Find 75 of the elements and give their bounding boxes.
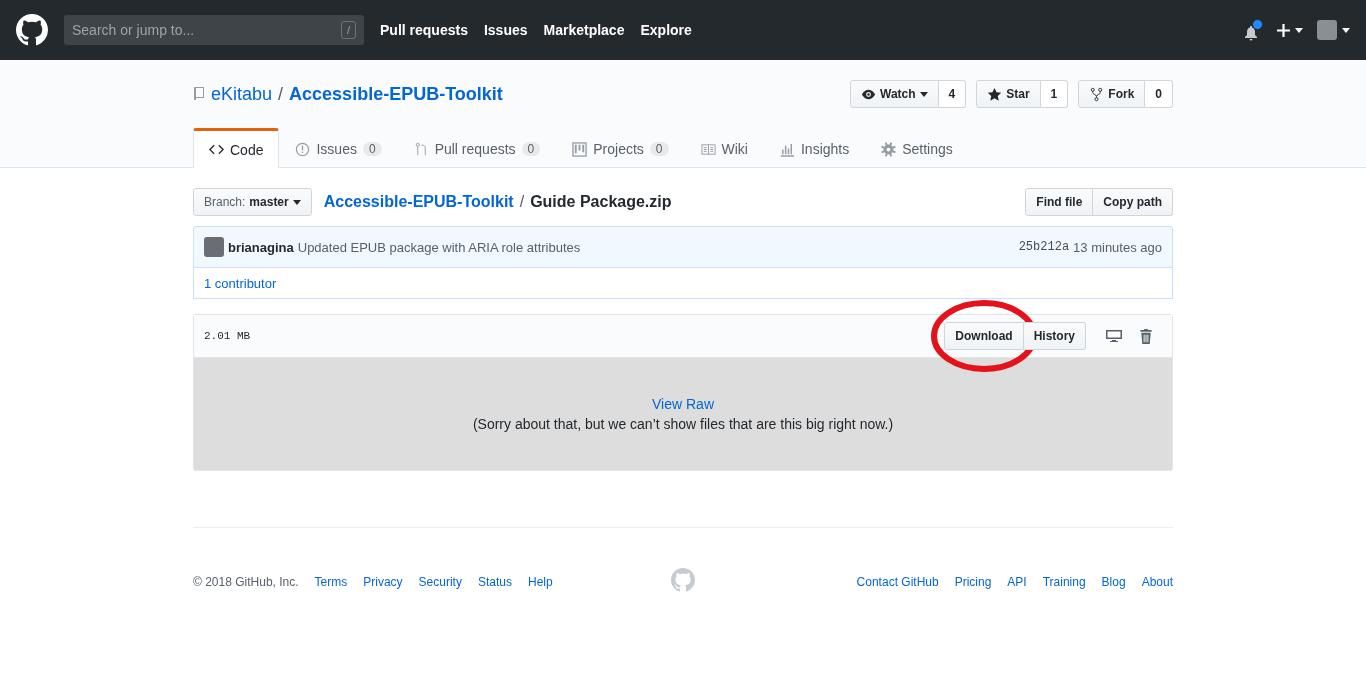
count-link[interactable]: 1 [1040,80,1069,108]
repo-link[interactable]: Accessible-EPUB-Toolkit [323,193,514,211]
nav-link[interactable]: Pull requests [380,22,468,38]
count-link[interactable]: 0 [1145,80,1173,108]
avatar-placeholder [1317,20,1337,40]
file-action-button[interactable]: Copy path [1093,188,1173,216]
nav-link[interactable]: Issues [483,22,528,38]
nav-tab[interactable]: Settings [865,128,969,167]
watch-button[interactable]: Watch [850,80,939,108]
count-link[interactable]: 4 [938,80,967,108]
contributors-link[interactable]: 1 contributor [204,275,277,291]
nav-tab[interactable]: Issues 0 [279,128,398,167]
nav-tab[interactable]: Code [193,128,280,168]
fork-button[interactable]: Fork [1078,80,1146,108]
file-action-button[interactable]: History [1023,322,1086,350]
file-size: 2.01 MB [204,330,252,342]
nav-tab[interactable]: Pull requests 0 [397,128,557,167]
count-badge: 0 [362,142,382,156]
nav-tab[interactable]: Projects 0 [556,128,685,167]
footer-link[interactable]: Training [1042,574,1086,589]
code-icon [209,142,224,157]
footer-link[interactable]: Status [477,574,512,589]
path-separator: / [278,83,284,105]
footer-link[interactable]: Privacy [363,574,403,589]
shortcut-key: / [340,21,356,39]
user-menu-button[interactable] [1317,20,1350,40]
repo-icon [193,86,205,102]
caret-icon [1295,27,1303,33]
caret-icon [1342,27,1350,33]
plus-icon [1277,23,1290,37]
settings-icon [881,141,897,157]
new-menu-button[interactable] [1277,23,1303,37]
commit-sha-link[interactable]: 25b212a [1018,240,1070,254]
path-separator: / [519,193,525,211]
count-badge: 0 [649,142,669,156]
footer-link[interactable]: Security [418,574,462,589]
caret-icon [292,199,301,205]
commit-time: 13 minutes ago [1073,239,1162,255]
repo-owner-link[interactable]: eKitabu [211,83,273,105]
avatar-placeholder [204,237,224,257]
nav-tab[interactable]: Wiki [684,128,764,167]
branch-select[interactable]: Branch: master [193,188,312,216]
file-action-button[interactable]: Find file [1025,188,1094,216]
author-link[interactable]: brianagina [228,239,294,255]
issue-icon [295,141,311,157]
commit-message: Updated EPUB package with ARIA role attributes [297,239,582,255]
caret-icon [919,91,928,97]
book-icon [700,141,716,157]
notice-text: (Sorry about that, but we can’t show files that are this big right now.) [472,416,894,432]
repo-name-link[interactable]: Accessible-EPUB-Toolkit [289,83,503,105]
bar-graph-icon [779,141,795,157]
file-name: Guide Package.zip [530,193,672,211]
nav-link[interactable]: Marketplace [543,22,625,38]
footer-link[interactable]: Help [527,574,553,589]
bell-icon[interactable] [1244,19,1263,41]
nav-link[interactable]: Explore [640,22,692,38]
nav-tab[interactable]: Insights [763,128,866,167]
footer-link[interactable]: About [1141,574,1173,589]
copyright-text: © 2018 GitHub, Inc. [193,574,299,589]
footer-link[interactable]: Pricing [954,574,992,589]
view-raw-link[interactable]: View Raw [652,396,714,412]
star-button[interactable]: Star [976,80,1041,108]
star-icon [987,86,1003,102]
fork-icon [1089,86,1105,102]
file-action-button[interactable]: Download [944,322,1024,350]
pull-request-icon [413,141,429,157]
github-logo[interactable] [16,14,48,46]
trash-icon[interactable] [1140,328,1152,344]
footer-link[interactable]: Contact GitHub [856,574,939,589]
desktop-icon[interactable] [1106,329,1122,343]
footer-link[interactable]: Terms [314,574,348,589]
count-badge: 0 [521,142,541,156]
project-board-icon [572,141,588,157]
footer-link[interactable]: Blog [1101,574,1126,589]
footer-link[interactable]: API [1007,574,1027,589]
